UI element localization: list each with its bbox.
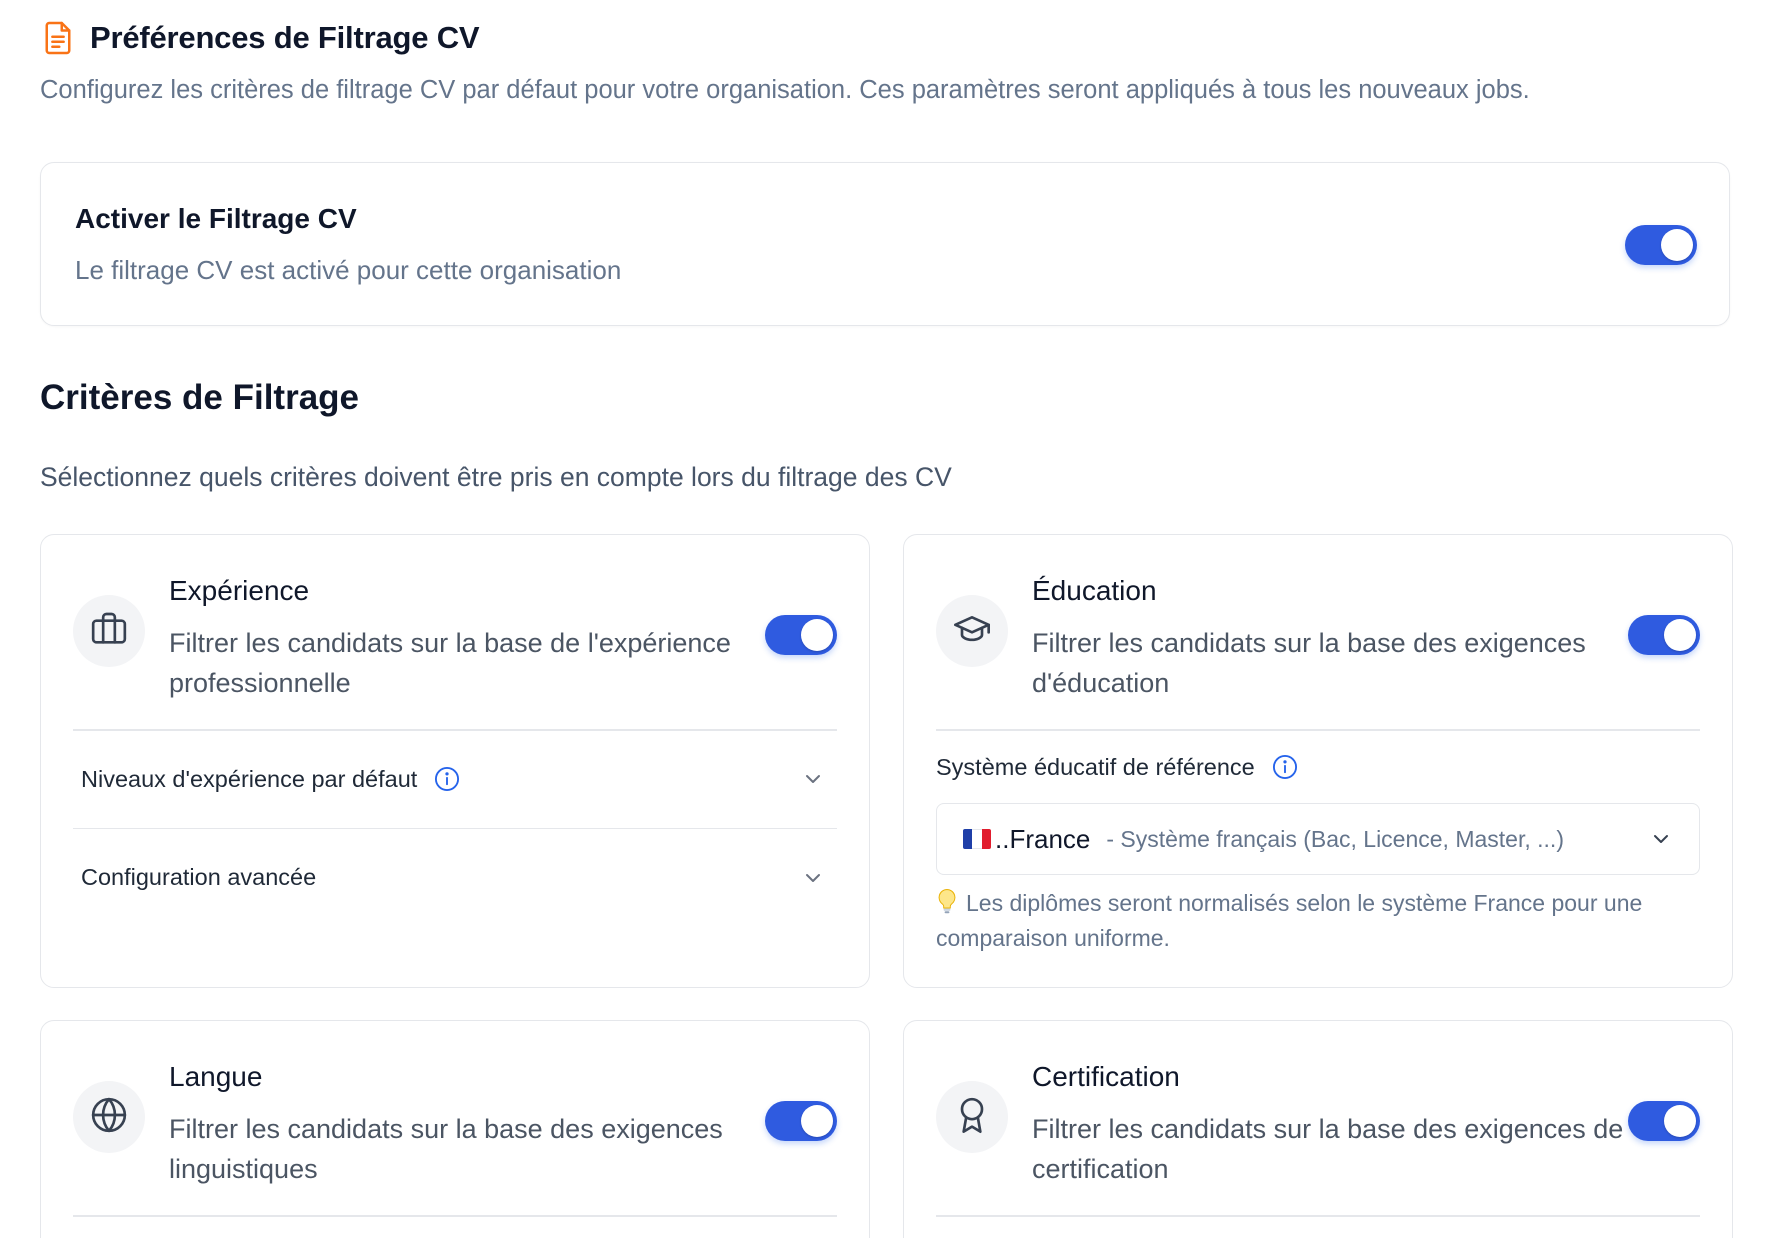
page: Préférences de Filtrage CV Configurez le…	[0, 0, 1768, 1238]
divider	[73, 1215, 837, 1217]
divider	[936, 729, 1700, 731]
page-subtitle: Configurez les critères de filtrage CV p…	[40, 76, 1530, 104]
toggle-knob	[801, 1105, 833, 1137]
certification-card: Certification Filtrer les candidats sur …	[903, 1020, 1733, 1238]
criteria-title: Critères de Filtrage	[40, 378, 359, 417]
activation-toggle[interactable]	[1625, 225, 1697, 265]
experience-icon-circle	[73, 595, 145, 667]
graduation-cap-icon	[952, 609, 992, 654]
selected-country: ..France	[995, 823, 1091, 854]
language-icon-circle	[73, 1081, 145, 1153]
advanced-config-accordion[interactable]: Configuration avancée	[73, 828, 837, 926]
activation-title: Activer le Filtrage CV	[75, 203, 357, 234]
lightbulb-icon	[936, 888, 958, 922]
experience-card: Expérience Filtrer les candidats sur la …	[40, 534, 870, 988]
education-title: Éducation	[1032, 575, 1157, 606]
france-flag-icon	[963, 829, 991, 849]
language-description: Filtrer les candidats sur la base des ex…	[169, 1114, 723, 1184]
criteria-description: Sélectionnez quels critères doivent être…	[40, 462, 952, 492]
info-icon[interactable]	[433, 765, 461, 793]
education-hint-text: Les diplômes seront normalisés selon le …	[936, 890, 1643, 951]
document-icon	[40, 18, 76, 58]
chevron-down-icon	[801, 767, 825, 791]
certification-icon-circle	[936, 1081, 1008, 1153]
education-card: Éducation Filtrer les candidats sur la b…	[903, 534, 1733, 988]
toggle-knob	[1664, 1105, 1696, 1137]
education-hint: Les diplômes seront normalisés selon le …	[936, 887, 1700, 954]
advanced-config-label: Configuration avancée	[81, 864, 317, 890]
chevron-down-icon	[801, 866, 825, 890]
education-system-label: Système éducatif de référence	[936, 753, 1255, 780]
activation-card: Activer le Filtrage CV Le filtrage CV es…	[40, 162, 1730, 326]
experience-description: Filtrer les candidats sur la base de l'e…	[169, 628, 731, 698]
education-system-select[interactable]: ..France - Système français (Bac, Licenc…	[936, 803, 1700, 875]
page-title: Préférences de Filtrage CV	[90, 20, 480, 55]
education-system-label-row: Système éducatif de référence	[936, 753, 1299, 781]
globe-icon	[89, 1095, 129, 1140]
education-icon-circle	[936, 595, 1008, 667]
experience-toggle[interactable]	[765, 615, 837, 655]
divider	[936, 1215, 1700, 1217]
experience-levels-label: Niveaux d'expérience par défaut	[81, 765, 418, 792]
education-description: Filtrer les candidats sur la base des ex…	[1032, 628, 1586, 698]
chevron-down-icon	[1649, 827, 1673, 851]
award-icon	[952, 1095, 992, 1140]
certification-description: Filtrer les candidats sur la base des ex…	[1032, 1114, 1624, 1184]
language-toggle[interactable]	[765, 1101, 837, 1141]
briefcase-icon	[89, 609, 129, 654]
education-toggle[interactable]	[1628, 615, 1700, 655]
language-card: Langue Filtrer les candidats sur la base…	[40, 1020, 870, 1238]
page-header: Préférences de Filtrage CV	[40, 18, 480, 58]
language-title: Langue	[169, 1061, 263, 1092]
info-icon[interactable]	[1271, 753, 1299, 781]
selected-system-detail: - Système français (Bac, Licence, Master…	[1106, 825, 1564, 852]
toggle-knob	[1661, 229, 1693, 261]
certification-toggle[interactable]	[1628, 1101, 1700, 1141]
toggle-knob	[801, 619, 833, 651]
experience-title: Expérience	[169, 575, 310, 606]
toggle-knob	[1664, 619, 1696, 651]
experience-levels-accordion[interactable]: Niveaux d'expérience par défaut	[73, 730, 837, 828]
certification-title: Certification	[1032, 1061, 1180, 1092]
activation-description: Le filtrage CV est activé pour cette org…	[75, 255, 622, 285]
